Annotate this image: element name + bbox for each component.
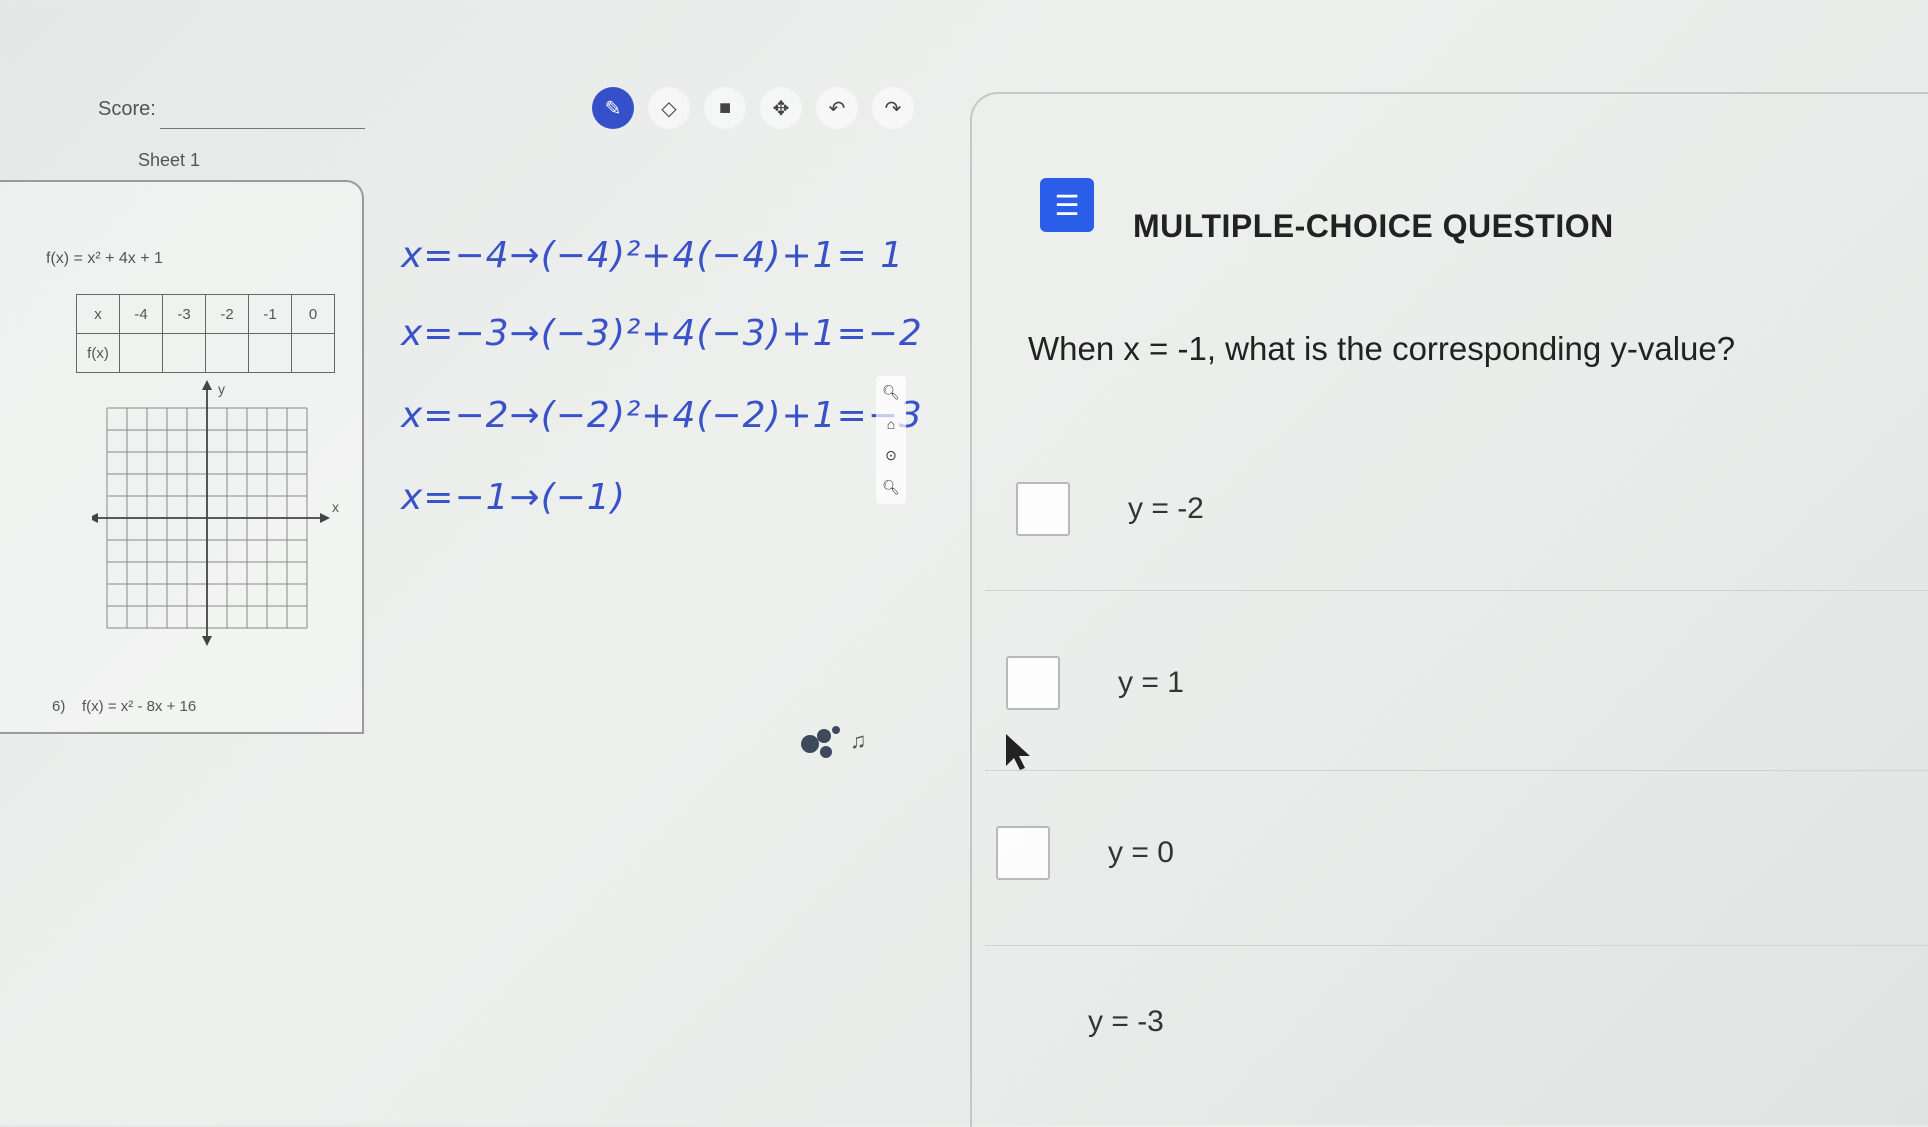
handwriting-line: x=−4→(−4)²+4(−4)+1= 1 <box>401 235 905 276</box>
zoom-controls: 🔍︎ ⌂ ⊙ 🔍︎ <box>876 376 906 504</box>
problem-a-function: f(x) = x² + 4x + 1 <box>46 250 163 267</box>
choice-option[interactable]: y = 0 <box>996 826 1174 880</box>
choice-label[interactable]: y = 1 <box>1118 666 1184 700</box>
choice-option[interactable]: y = -2 <box>1016 482 1204 536</box>
handwriting-line: x=−1→(−1) <box>401 477 626 518</box>
table-cell: -2 <box>205 294 249 334</box>
choice-checkbox[interactable] <box>1016 482 1070 536</box>
score-line <box>160 128 365 129</box>
problem-b-function: f(x) = x² - 8x + 16 <box>82 698 197 715</box>
home-icon[interactable]: ⌂ <box>887 416 895 432</box>
choice-option[interactable]: y = 1 <box>1006 656 1184 710</box>
stop-tool-icon[interactable]: ■ <box>704 87 746 129</box>
list-icon: ☰ <box>1040 178 1094 232</box>
table-cell: -3 <box>162 294 206 334</box>
redo-icon[interactable]: ↷ <box>872 87 914 129</box>
question-panel <box>970 92 1928 1127</box>
pen-tool-icon[interactable]: ✎ <box>592 87 634 129</box>
zoom-in-icon[interactable]: 🔍︎ <box>882 384 900 401</box>
question-text: When x = -1, what is the corresponding y… <box>1028 330 1736 367</box>
table-cell <box>248 333 292 373</box>
choice-label[interactable]: y = -3 <box>1088 1005 1164 1039</box>
score-label: Score: <box>98 98 156 120</box>
table-cell: -4 <box>119 294 163 334</box>
problem-b-number: 6) <box>52 698 66 715</box>
divider <box>985 945 1928 946</box>
table-cell <box>205 333 249 373</box>
molecule-icon[interactable] <box>796 722 846 762</box>
handwriting-line: x=−3→(−3)²+4(−3)+1=−2 <box>401 313 923 354</box>
zoom-out-icon[interactable]: 🔍︎ <box>882 479 900 496</box>
graph-axis-label-y: y <box>218 381 225 397</box>
table-row: f(x) <box>76 333 335 373</box>
handwriting-line: x=−2→(−2)²+4(−2)+1=−3 <box>401 395 923 436</box>
table-cell <box>291 333 335 373</box>
choice-option[interactable]: y = -3 <box>1030 1005 1164 1039</box>
choice-checkbox[interactable] <box>996 826 1050 880</box>
table-row: x -4 -3 -2 -1 0 <box>76 294 335 334</box>
choice-label[interactable]: y = 0 <box>1108 836 1174 870</box>
eraser-tool-icon[interactable]: ◇ <box>648 87 690 129</box>
divider <box>985 590 1928 591</box>
graph-axis-label-x: x <box>332 499 339 515</box>
table-cell: 0 <box>291 294 335 334</box>
choice-label[interactable]: y = -2 <box>1128 492 1204 526</box>
table-cell: -1 <box>248 294 292 334</box>
drawing-toolbar: ✎ ◇ ■ ✥ ↶ ↷ <box>592 86 914 130</box>
recenter-icon[interactable]: ⊙ <box>885 447 897 464</box>
question-type-label: MULTIPLE-CHOICE QUESTION <box>1133 208 1614 244</box>
divider <box>985 770 1928 771</box>
sheet-tab[interactable]: Sheet 1 <box>138 150 200 171</box>
table-cell: f(x) <box>76 333 120 373</box>
xy-table: x -4 -3 -2 -1 0 f(x) <box>76 294 335 373</box>
choice-checkbox[interactable] <box>1006 656 1060 710</box>
worksheet-panel: Score: Sheet 1 f(x) = x² + 4x + 1 x -4 -… <box>0 0 395 1125</box>
undo-icon[interactable]: ↶ <box>816 87 858 129</box>
notification-icon[interactable]: ♫ <box>850 728 867 754</box>
table-cell <box>119 333 163 373</box>
problem-b: 6) f(x) = x² - 8x + 16 <box>52 698 196 715</box>
move-tool-icon[interactable]: ✥ <box>760 87 802 129</box>
coordinate-grid: y x <box>92 380 339 646</box>
table-cell <box>162 333 206 373</box>
table-cell: x <box>76 294 120 334</box>
